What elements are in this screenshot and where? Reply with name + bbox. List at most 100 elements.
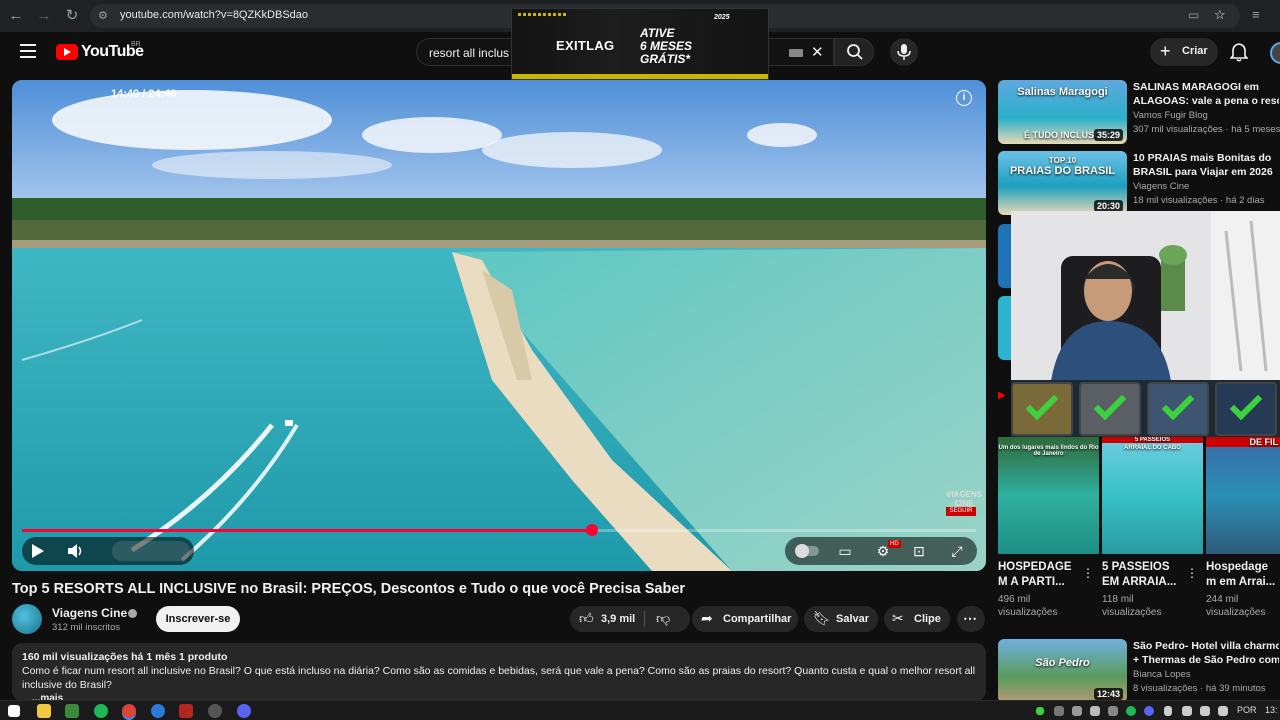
subscribe-button[interactable]: Inscrever-se: [156, 606, 240, 632]
short-title[interactable]: 5 PASSEIOS EM ARRAIA...: [1102, 560, 1182, 590]
short-thumbnail-caption: ARRAIAL DO CABO: [1124, 445, 1181, 451]
search-query[interactable]: resort all inclus: [429, 46, 509, 60]
keyboard-icon[interactable]: [789, 49, 803, 57]
input-language[interactable]: POR: [1237, 705, 1257, 715]
player-controls-right: ▭ ⚙ HD ⊡ ⤢: [785, 537, 977, 565]
dislike-thumb-icon[interactable]: 👎︎: [656, 610, 670, 627]
progress-bar[interactable]: [22, 524, 976, 536]
recommendation-title-line2[interactable]: BRASIL para Viajar em 2026: [1133, 165, 1279, 179]
clear-search-icon[interactable]: ✕: [811, 43, 824, 61]
bookmark-star-icon[interactable]: ☆: [1214, 7, 1226, 23]
ad-headline-line3: GRÁTIS*: [640, 52, 691, 66]
short-more-icon[interactable]: ⋮: [1186, 566, 1198, 580]
recommendation-channel[interactable]: Bianca Lopes: [1133, 669, 1191, 680]
reload-icon[interactable]: ↻: [62, 6, 82, 26]
recommendation-thumbnail[interactable]: TOP 10 PRAIAS DO BRASIL 20:30: [998, 151, 1127, 215]
recommendation-title[interactable]: SALINAS MARAGOGI em: [1133, 80, 1279, 94]
voice-search-button[interactable]: [890, 38, 918, 66]
search-icon: [847, 44, 863, 60]
site-info-icon[interactable]: ⚙: [98, 9, 112, 23]
recommendation-title-line2[interactable]: ALAGOAS: vale a pena o resort: [1133, 94, 1279, 108]
short-title[interactable]: Hospedage m em Arrai...: [1206, 560, 1280, 590]
short-thumbnail-caption: DE FIL: [1206, 437, 1280, 447]
checkmark-icon: [1229, 387, 1263, 421]
recommendation-title-line2[interactable]: + Thermas de São Pedro com: [1133, 653, 1279, 667]
short-more-icon[interactable]: ⋮: [1082, 566, 1094, 580]
short-views-label: visualizações: [1206, 607, 1266, 618]
tray-mic-icon[interactable]: [1164, 706, 1172, 716]
menu-icon[interactable]: [20, 44, 36, 58]
description-box[interactable]: 160 mil visualizações há 1 mês 1 produto…: [12, 643, 986, 701]
windows-start-icon[interactable]: [8, 705, 20, 717]
account-avatar[interactable]: [1270, 42, 1280, 64]
like-count[interactable]: 3,9 mil: [601, 613, 635, 625]
ad-headline-line1: ATIVE: [640, 26, 675, 40]
short-thumbnail[interactable]: DE FIL: [1206, 437, 1280, 554]
share-arrow-icon: ➦: [701, 610, 713, 626]
tray-headset-icon[interactable]: [1182, 706, 1192, 716]
tray-spotify-icon[interactable]: [1126, 706, 1136, 716]
short-thumbnail-top: 5 PASSEIOS: [1102, 437, 1203, 443]
system-clock[interactable]: 13:: [1265, 705, 1278, 715]
info-icon[interactable]: i: [956, 90, 972, 106]
autoplay-toggle[interactable]: [795, 544, 819, 558]
ad-banner[interactable]: 2025 EXITLAG ATIVE 6 MESES GRÁTIS*: [511, 8, 769, 80]
back-icon[interactable]: ←: [6, 6, 26, 26]
app-icon[interactable]: [65, 704, 79, 718]
short-title[interactable]: HOSPEDAGE M A PARTI...: [998, 560, 1078, 590]
recommendation-thumbnail[interactable]: São Pedro 12:43: [998, 639, 1127, 703]
tray-icon[interactable]: [1090, 706, 1100, 716]
recommendation-channel[interactable]: Vamos Fugir Blog: [1133, 110, 1208, 121]
video-player[interactable]: i VIAGENS CINE SEGUIR 14:49 / 24:46 ▭ ⚙ …: [12, 80, 986, 571]
play-icon[interactable]: [32, 544, 44, 558]
recommendation-title[interactable]: São Pedro- Hotel villa charmos: [1133, 639, 1279, 653]
recommendation-meta: 307 mil visualizações · há 5 meses: [1133, 124, 1280, 135]
forward-icon[interactable]: →: [34, 6, 54, 26]
obs-icon[interactable]: [208, 704, 222, 718]
channel-avatar[interactable]: [12, 604, 42, 634]
media-app-icon[interactable]: [179, 704, 193, 718]
tray-icon[interactable]: [1108, 706, 1118, 716]
clip-button[interactable]: ✂ Clipe: [884, 606, 950, 632]
url-text[interactable]: youtube.com/watch?v=8QZKkDBSdao: [120, 9, 308, 21]
channel-watermark[interactable]: VIAGENS CINE: [946, 490, 982, 508]
discord-icon[interactable]: [237, 704, 251, 718]
hidden-recommendation-thumbnail[interactable]: [998, 224, 1012, 288]
tray-icon[interactable]: [1036, 707, 1044, 715]
short-thumbnail[interactable]: 5 PASSEIOS ARRAIAL DO CABO: [1102, 437, 1203, 554]
miniplayer-icon[interactable]: ⊡: [909, 542, 929, 560]
recommendation-channel[interactable]: Viagens Cine: [1133, 181, 1189, 192]
hidden-recommendation-thumbnail[interactable]: [998, 296, 1012, 360]
reading-list-icon[interactable]: ≡: [1252, 7, 1260, 22]
like-thumb-icon[interactable]: 👍︎: [579, 610, 594, 627]
cast-icon[interactable]: ▭: [1188, 8, 1199, 22]
tray-icon[interactable]: [1054, 706, 1064, 716]
like-divider: [644, 611, 645, 627]
subtitles-icon[interactable]: ▭: [835, 542, 855, 560]
tray-discord-icon[interactable]: [1144, 706, 1154, 716]
more-actions-button[interactable]: ⋯: [957, 606, 985, 632]
shorts-logo-icon: ▶: [998, 390, 1006, 401]
plus-icon: +: [1160, 41, 1171, 61]
search-button[interactable]: [834, 38, 874, 66]
fullscreen-icon[interactable]: ⤢: [947, 542, 967, 560]
tray-volume-icon[interactable]: [1218, 706, 1228, 716]
create-button[interactable]: + Criar: [1150, 38, 1218, 66]
youtube-logo-icon[interactable]: [56, 44, 78, 60]
tray-network-icon[interactable]: [1200, 706, 1210, 716]
chrome-icon[interactable]: [122, 704, 136, 718]
channel-name[interactable]: Viagens Cine: [52, 606, 127, 620]
save-button[interactable]: 🔖︎ Salvar: [804, 606, 878, 632]
watermark-subscribe-badge[interactable]: SEGUIR: [946, 507, 976, 516]
browser-icon[interactable]: [151, 704, 165, 718]
notifications-bell-icon[interactable]: [1230, 42, 1248, 62]
recommendation-title[interactable]: 10 PRAIAS mais Bonitas do: [1133, 151, 1279, 165]
short-thumbnail[interactable]: Um dos lugares mais lindos do Rio de Jan…: [998, 437, 1099, 554]
tray-icon[interactable]: [1072, 706, 1082, 716]
volume-icon[interactable]: [66, 542, 86, 560]
share-button[interactable]: ➦ Compartilhar: [692, 606, 798, 632]
spotify-icon[interactable]: [94, 704, 108, 718]
recommendation-thumbnail[interactable]: Salinas Maragogi É TUDO INCLUSO 35:29: [998, 80, 1127, 144]
short-views: 118 mil visualizações: [1102, 593, 1161, 619]
file-explorer-icon[interactable]: [37, 704, 51, 718]
